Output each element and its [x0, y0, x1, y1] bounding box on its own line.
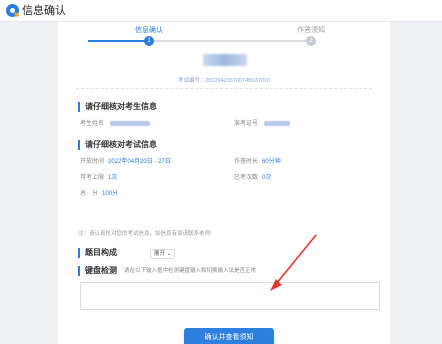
arrow-shaft [275, 234, 317, 285]
red-arrow-annotation [270, 234, 317, 291]
arrow-head-icon [270, 279, 282, 291]
